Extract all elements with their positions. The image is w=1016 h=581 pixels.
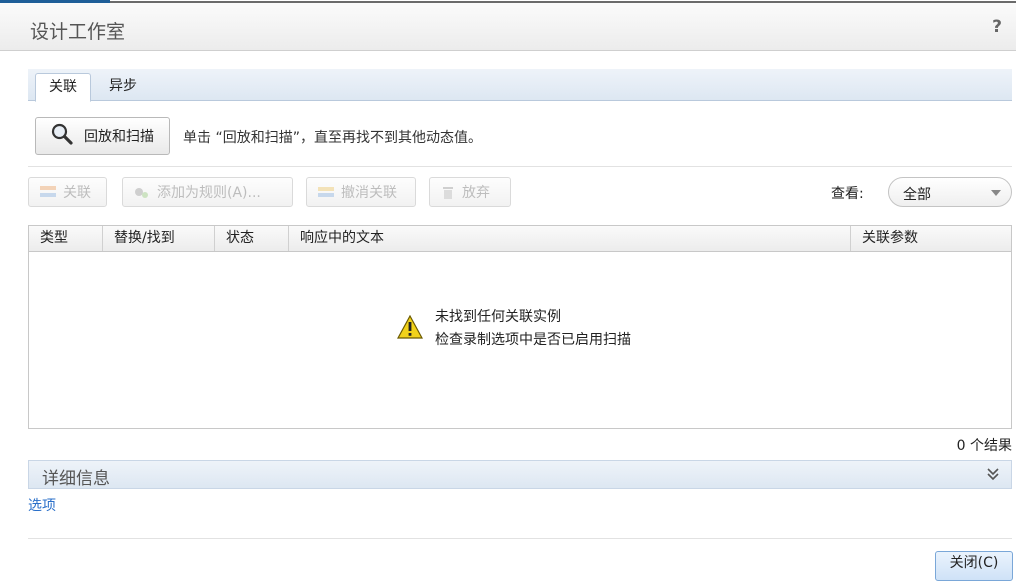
options-link[interactable]: 选项 — [28, 495, 56, 515]
column-type[interactable]: 类型 — [29, 226, 103, 251]
undo-correlation-button[interactable]: 撤消关联 — [306, 177, 416, 207]
replay-and-scan-button[interactable]: 回放和扫描 — [35, 117, 170, 155]
close-button[interactable]: 关闭(C) — [935, 551, 1013, 581]
column-replace-found[interactable]: 替换/找到 — [103, 226, 215, 251]
divider — [28, 166, 1012, 167]
table-header: 类型 替换/找到 状态 响应中的文本 关联参数 — [29, 226, 1011, 252]
correlate-icon — [39, 184, 57, 200]
discard-button[interactable]: 放弃 — [429, 177, 511, 207]
undo-icon — [317, 184, 335, 200]
help-button[interactable]: ? — [992, 17, 1002, 37]
correlate-button[interactable]: 关联 — [28, 177, 107, 207]
title-bar: 设计工作室 ? — [0, 3, 1016, 51]
warning-icon — [396, 314, 424, 343]
window-title: 设计工作室 — [30, 21, 126, 43]
view-filter-value: 全部 — [903, 187, 931, 203]
correlation-table: 类型 替换/找到 状态 响应中的文本 关联参数 未找到任何关联实例 检查录制选项… — [28, 225, 1012, 429]
tab-bar: 关联 异步 — [28, 69, 1012, 102]
double-chevron-down-icon — [987, 467, 999, 485]
empty-message-hint: 检查录制选项中是否已启用扫描 — [435, 332, 631, 348]
column-status[interactable]: 状态 — [215, 226, 289, 251]
empty-state: 未找到任何关联实例 检查录制选项中是否已启用扫描 — [396, 306, 631, 352]
results-count: 0 个结果 — [956, 438, 1012, 454]
footer-divider — [28, 538, 1012, 539]
column-response-text[interactable]: 响应中的文本 — [289, 226, 851, 251]
replay-and-scan-label: 回放和扫描 — [84, 129, 154, 145]
details-section-header[interactable]: 详细信息 — [28, 460, 1012, 489]
add-rule-icon — [133, 184, 151, 200]
scan-hint: 单击 “回放和扫描”，直至再找不到其他动态值。 — [183, 130, 482, 146]
add-as-rule-button[interactable]: 添加为规则(A)... — [122, 177, 293, 207]
chevron-down-icon — [991, 190, 1001, 196]
correlate-label: 关联 — [63, 185, 91, 201]
details-label: 详细信息 — [42, 469, 110, 489]
discard-label: 放弃 — [462, 185, 490, 201]
tab-correlation[interactable]: 关联 — [35, 73, 91, 102]
trash-icon — [440, 184, 456, 200]
view-filter-select[interactable]: 全部 — [888, 177, 1012, 207]
tab-async[interactable]: 异步 — [96, 73, 150, 100]
column-correlation-param[interactable]: 关联参数 — [851, 226, 1011, 251]
view-label: 查看: — [831, 186, 864, 202]
empty-message-title: 未找到任何关联实例 — [435, 309, 561, 325]
add-as-rule-label: 添加为规则(A)... — [157, 185, 261, 201]
undo-correlation-label: 撤消关联 — [341, 185, 397, 201]
search-icon — [50, 122, 74, 150]
